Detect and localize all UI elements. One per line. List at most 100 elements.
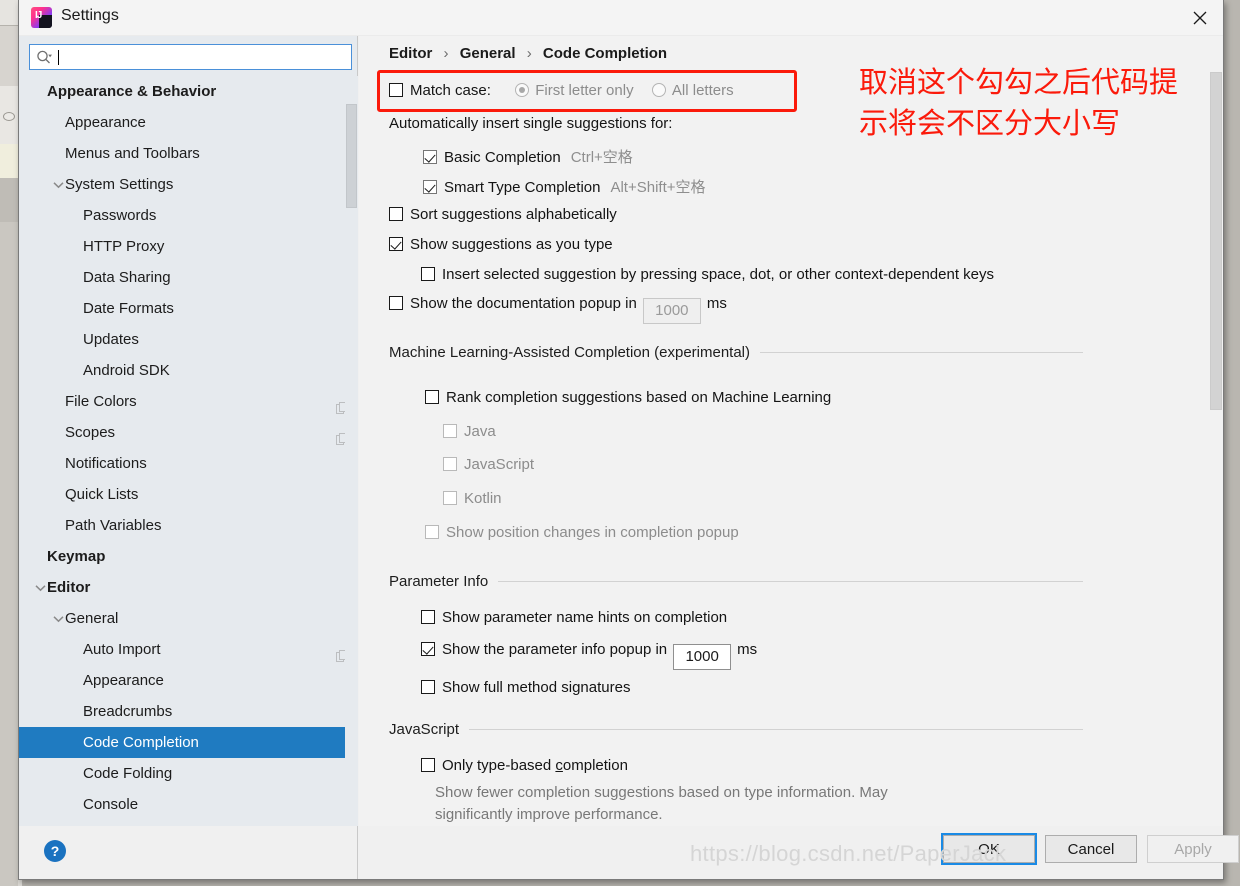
sort-alphabetically-checkbox[interactable] (389, 207, 403, 221)
ok-button[interactable]: OK (941, 833, 1037, 865)
param-hints-checkbox[interactable] (421, 610, 435, 624)
insert-selected-row: Insert selected suggestion by pressing s… (421, 266, 994, 283)
param-popup-checkbox[interactable] (421, 642, 435, 656)
title-bar: IJ Settings (19, 0, 1223, 36)
ml-rank-checkbox[interactable] (425, 390, 439, 404)
sidebar-item-label: File Colors (65, 393, 137, 410)
sidebar-item-label: Passwords (83, 207, 157, 224)
first-letter-only-radio[interactable] (515, 83, 530, 97)
sidebar-item-code-completion[interactable]: Code Completion (19, 727, 358, 758)
sidebar-item-label: Menus and Toolbars (65, 145, 200, 162)
js-type-based-label-pre: Only type-based (442, 757, 556, 774)
sidebar-item-auto-import[interactable]: Auto Import (19, 634, 358, 665)
show-as-you-type-checkbox[interactable] (389, 237, 403, 251)
ml-javascript-row: JavaScript (443, 456, 534, 473)
ml-position-row: Show position changes in completion popu… (425, 524, 739, 541)
help-button[interactable]: ? (44, 840, 66, 862)
sidebar-item-label: General (65, 610, 119, 627)
sidebar-item-http-proxy[interactable]: HTTP Proxy (19, 231, 358, 262)
sidebar-item-passwords[interactable]: Passwords (19, 200, 358, 231)
ml-position-checkbox[interactable] (425, 525, 439, 539)
sidebar-item-updates[interactable]: Updates (19, 324, 358, 355)
sidebar-item-scopes[interactable]: Scopes (19, 417, 358, 448)
search-icon (36, 50, 53, 65)
ml-javascript-checkbox[interactable] (443, 457, 457, 471)
sidebar-item-label: Console (83, 796, 139, 813)
sidebar-item-label: Date Formats (83, 300, 174, 317)
section-divider (760, 352, 1083, 353)
sidebar-item-date-formats[interactable]: Date Formats (19, 293, 358, 324)
param-signatures-row: Show full method signatures (421, 679, 630, 696)
bg-fragment (0, 222, 18, 886)
sidebar-item-system-settings[interactable]: System Settings (19, 169, 358, 200)
auto-insert-header: Automatically insert single suggestions … (389, 115, 673, 132)
sidebar-item-appearance[interactable]: Appearance (19, 665, 358, 696)
sidebar-item-label: System Settings (65, 176, 174, 193)
sidebar-item-menus-and-toolbars[interactable]: Menus and Toolbars (19, 138, 358, 169)
sidebar-item-general[interactable]: General (19, 603, 358, 634)
bg-fragment (0, 0, 18, 26)
doc-popup-label: Show the documentation popup in (410, 295, 637, 312)
ml-kotlin-row: Kotlin (443, 490, 502, 507)
chevron-down-icon[interactable] (33, 572, 47, 603)
sidebar-item-android-sdk[interactable]: Android SDK (19, 355, 358, 386)
content-scrollbar-thumb[interactable] (1210, 72, 1222, 410)
sidebar-item-code-folding[interactable]: Code Folding (19, 758, 358, 789)
basic-completion-label: Basic Completion (444, 149, 561, 166)
sidebar-scrollbar-thumb[interactable] (346, 104, 357, 208)
sidebar-item-path-variables[interactable]: Path Variables (19, 510, 358, 541)
sidebar-item-keymap[interactable]: Keymap (19, 541, 358, 572)
smart-type-completion-shortcut: Alt+Shift+空格 (610, 179, 706, 196)
js-type-based-checkbox[interactable] (421, 758, 435, 772)
ml-java-checkbox[interactable] (443, 424, 457, 438)
sidebar-item-editor[interactable]: Editor (19, 572, 358, 603)
insert-selected-checkbox[interactable] (421, 267, 435, 281)
smart-type-completion-checkbox[interactable] (423, 180, 437, 194)
sidebar-item-label: Appearance & Behavior (47, 83, 217, 100)
sidebar-item-appearance[interactable]: Appearance (19, 107, 358, 138)
show-as-you-type-label: Show suggestions as you type (410, 236, 613, 253)
chevron-down-icon[interactable] (51, 603, 65, 634)
close-icon[interactable] (1177, 0, 1223, 36)
sidebar-item-notifications[interactable]: Notifications (19, 448, 358, 479)
param-popup-delay-input[interactable]: 1000 (673, 644, 732, 670)
sidebar-item-label: Quick Lists (65, 486, 139, 503)
match-case-checkbox[interactable] (389, 83, 403, 97)
doc-popup-checkbox[interactable] (389, 296, 403, 310)
doc-popup-delay-input[interactable]: 1000 (642, 298, 701, 324)
insert-selected-label: Insert selected suggestion by pressing s… (442, 266, 994, 283)
search-box[interactable] (29, 44, 352, 70)
sidebar-item-file-colors[interactable]: File Colors (19, 386, 358, 417)
sidebar-item-appearance-behavior[interactable]: Appearance & Behavior (19, 76, 358, 107)
sidebar-item-breadcrumbs[interactable]: Breadcrumbs (19, 696, 358, 727)
sidebar-item-quick-lists[interactable]: Quick Lists (19, 479, 358, 510)
basic-completion-checkbox[interactable] (423, 150, 437, 164)
sidebar-item-label: Notifications (65, 455, 147, 472)
all-letters-label: All letters (671, 82, 734, 99)
all-letters-radio[interactable] (651, 83, 666, 97)
settings-dialog: IJ Settings Appearance & Behavior Appear… (18, 0, 1239, 880)
content-scrollbar-track[interactable] (1209, 36, 1223, 826)
breadcrumb-editor[interactable]: Editor (389, 45, 432, 62)
settings-tree: Appearance & Behavior Appearance Menus and… (19, 76, 358, 826)
cancel-button[interactable]: Cancel (1045, 835, 1137, 863)
ml-kotlin-checkbox[interactable] (443, 491, 457, 505)
match-case-label: Match case: (410, 82, 491, 99)
sidebar-item-data-sharing[interactable]: Data Sharing (19, 262, 358, 293)
sidebar-item-console[interactable]: Console (19, 789, 358, 820)
ml-rank-label: Rank completion suggestions based on Mac… (446, 389, 832, 406)
search-input[interactable] (59, 46, 351, 68)
param-popup-unit: ms (737, 641, 758, 658)
sidebar-scrollbar-track[interactable] (345, 76, 358, 826)
breadcrumb: Editor › General › Code Completion (389, 45, 667, 62)
basic-completion-shortcut: Ctrl+空格 (570, 149, 633, 166)
sidebar-item-label: Breadcrumbs (83, 703, 173, 720)
param-signatures-label: Show full method signatures (442, 679, 631, 696)
apply-button: Apply (1147, 835, 1239, 863)
chevron-down-icon[interactable] (51, 169, 65, 200)
breadcrumb-general[interactable]: General (460, 45, 516, 62)
js-type-based-mnemonic: c (555, 757, 563, 774)
doc-popup-row: Show the documentation popup in 1000 ms (389, 295, 727, 324)
param-signatures-checkbox[interactable] (421, 680, 435, 694)
breadcrumb-code-completion[interactable]: Code Completion (543, 45, 667, 62)
